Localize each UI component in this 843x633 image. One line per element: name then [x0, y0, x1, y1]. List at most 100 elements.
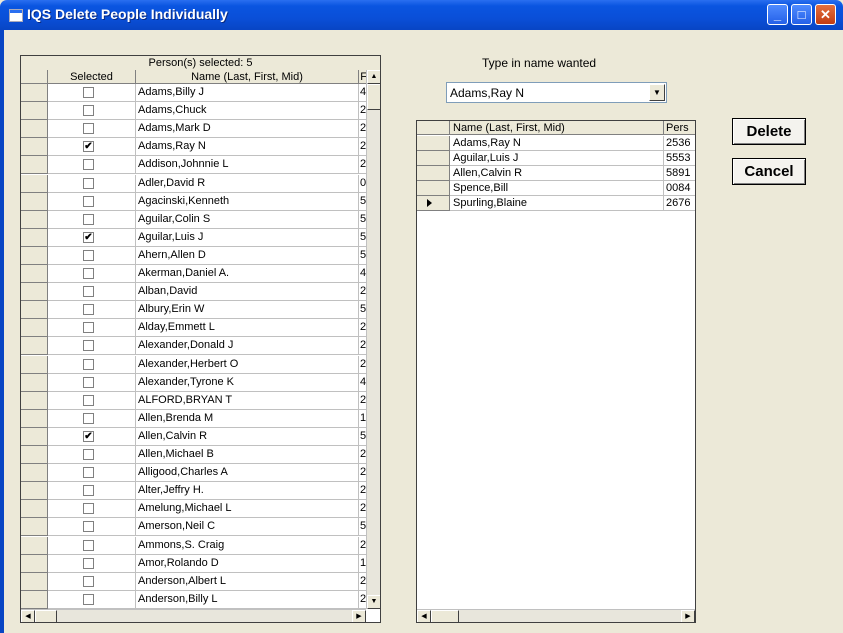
selected-cell[interactable]: [48, 210, 136, 229]
name-cell[interactable]: Spurling,Blaine: [450, 196, 664, 211]
selected-cell[interactable]: [48, 192, 136, 211]
selected-cell[interactable]: [48, 500, 136, 519]
name-cell[interactable]: Ahern,Allen D: [136, 246, 359, 265]
id-cell[interactable]: 0084: [664, 181, 695, 196]
table-row[interactable]: Agacinski,Kenneth592: [21, 192, 369, 211]
selected-cell[interactable]: ✔: [48, 228, 136, 247]
table-row[interactable]: Albury,Erin W589: [21, 301, 369, 320]
table-row[interactable]: Alexander,Donald J266: [21, 337, 369, 356]
table-row[interactable]: Amerson,Neil C591: [21, 518, 369, 537]
selected-cell[interactable]: [48, 590, 136, 609]
row-selector[interactable]: [21, 192, 48, 211]
row-selector[interactable]: [21, 265, 48, 283]
selected-cell[interactable]: [48, 84, 136, 102]
table-row[interactable]: Allen,Michael B253: [21, 446, 369, 464]
table-row[interactable]: Aguilar,Colin S591: [21, 210, 369, 229]
name-cell[interactable]: Amelung,Michael L: [136, 500, 359, 519]
selected-checkbox[interactable]: [83, 557, 94, 569]
table-row[interactable]: Amor,Rolando D147: [21, 554, 369, 573]
selected-cell[interactable]: [48, 554, 136, 573]
selected-checkbox[interactable]: [83, 358, 94, 370]
name-cell[interactable]: Adams,Ray N: [450, 136, 664, 151]
table-row[interactable]: Ahern,Allen D580: [21, 246, 369, 265]
row-selector[interactable]: [21, 409, 48, 428]
id-cell[interactable]: 5553: [664, 151, 695, 166]
row-selector[interactable]: [21, 120, 48, 139]
selected-cell[interactable]: [48, 156, 136, 175]
table-row[interactable]: Adams,Chuck254: [21, 102, 369, 121]
table-row[interactable]: Aguilar,Luis J 5553: [417, 151, 695, 166]
table-row[interactable]: ✔Allen,Calvin R589: [21, 427, 369, 446]
name-cell[interactable]: Amor,Rolando D: [136, 554, 359, 573]
selected-checkbox[interactable]: [83, 539, 94, 551]
name-cell[interactable]: Agacinski,Kenneth: [136, 192, 359, 211]
scroll-right-arrow-icon[interactable]: ▶: [681, 610, 695, 622]
selected-checkbox[interactable]: [83, 213, 94, 225]
row-selector[interactable]: [21, 391, 48, 410]
row-selector[interactable]: [21, 156, 48, 175]
name-cell[interactable]: Allen,Calvin R: [450, 166, 664, 181]
table-row[interactable]: Alexander,Tyrone K415: [21, 373, 369, 392]
name-cell[interactable]: Allen,Michael B: [136, 446, 359, 464]
selected-checkbox[interactable]: [83, 304, 94, 316]
selected-checkbox[interactable]: [83, 87, 94, 98]
table-row[interactable]: Alter,Jeffry H.264: [21, 482, 369, 501]
selected-checkbox[interactable]: [83, 449, 94, 460]
dropdown-arrow-icon[interactable]: ▼: [649, 84, 665, 101]
selected-checkbox[interactable]: [83, 268, 94, 279]
row-selector[interactable]: [21, 138, 48, 157]
selected-cell[interactable]: [48, 464, 136, 483]
row-selector[interactable]: [21, 536, 48, 555]
table-row[interactable]: Alday,Emmett L261: [21, 319, 369, 338]
table-row[interactable]: Allen,Calvin R 5891: [417, 166, 695, 181]
selected-checkbox[interactable]: [83, 249, 94, 261]
name-cell[interactable]: Aguilar,Colin S: [136, 210, 359, 229]
row-selector[interactable]: [21, 554, 48, 573]
name-cell[interactable]: Anderson,Albert L: [136, 572, 359, 591]
table-row[interactable]: Amelung,Michael L261: [21, 500, 369, 519]
row-selector[interactable]: [417, 136, 450, 151]
scroll-thumb[interactable]: [367, 84, 380, 110]
selected-checkbox[interactable]: [83, 286, 94, 298]
name-cell[interactable]: Ammons,S. Craig: [136, 536, 359, 555]
scroll-left-arrow-icon[interactable]: ◀: [417, 610, 431, 622]
selected-checkbox[interactable]: [83, 195, 94, 207]
hscroll-thumb[interactable]: [431, 610, 459, 622]
column-header-name[interactable]: Name (Last, First, Mid): [136, 70, 359, 84]
selected-cell[interactable]: [48, 536, 136, 555]
selected-checkbox[interactable]: [83, 593, 94, 605]
selected-checkbox[interactable]: [83, 467, 94, 479]
row-selector[interactable]: [21, 84, 48, 102]
table-row[interactable]: ✔Aguilar,Luis J555: [21, 228, 369, 247]
row-selector[interactable]: [21, 427, 48, 446]
row-selector[interactable]: [21, 446, 48, 464]
selected-cell[interactable]: [48, 120, 136, 139]
selected-checkbox[interactable]: ✔: [83, 141, 94, 153]
row-selector[interactable]: [21, 337, 48, 356]
row-selector[interactable]: [21, 482, 48, 501]
row-selector[interactable]: [21, 355, 48, 374]
people-grid[interactable]: Person(s) selected: 5 Selected Name (Las…: [20, 55, 381, 623]
row-selector[interactable]: [21, 210, 48, 229]
name-cell[interactable]: Alexander,Donald J: [136, 337, 359, 356]
vertical-scrollbar[interactable]: ▲ ▼: [366, 70, 380, 609]
selected-cell[interactable]: [48, 409, 136, 428]
name-cell[interactable]: Aguilar,Luis J: [136, 228, 359, 247]
table-row[interactable]: Adams,Billy J434: [21, 84, 369, 102]
horizontal-scrollbar[interactable]: ◀ ▶: [417, 609, 695, 622]
table-row[interactable]: Akerman,Daniel A.423: [21, 265, 369, 283]
row-selector[interactable]: [21, 518, 48, 537]
table-row[interactable]: ✔Adams,Ray N253: [21, 138, 369, 157]
row-selector[interactable]: [21, 590, 48, 609]
row-selector[interactable]: [417, 166, 450, 181]
selected-checkbox[interactable]: [83, 322, 94, 334]
row-selector[interactable]: [21, 373, 48, 392]
row-selector[interactable]: [21, 246, 48, 265]
name-cell[interactable]: Adams,Billy J: [136, 84, 359, 102]
table-row[interactable]: Anderson,Billy L263: [21, 590, 369, 609]
row-selector[interactable]: [21, 572, 48, 591]
row-selector[interactable]: [21, 500, 48, 519]
row-selector[interactable]: [21, 283, 48, 302]
selected-cell[interactable]: [48, 174, 136, 193]
selected-checkbox[interactable]: [83, 177, 94, 189]
